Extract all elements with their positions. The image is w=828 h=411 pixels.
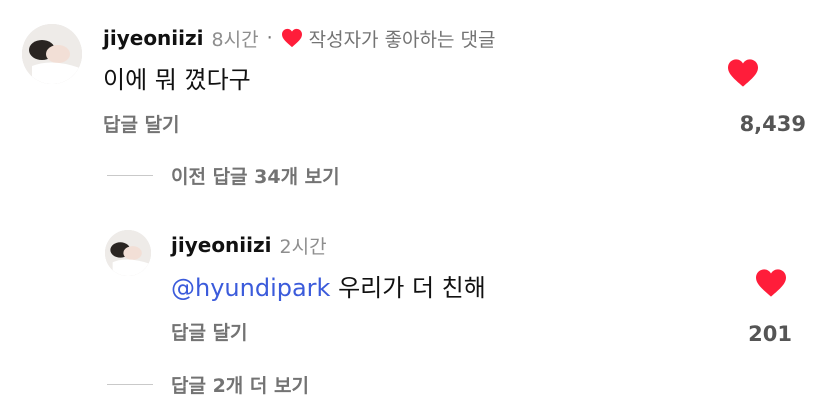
comment-header: jiyeoniizi 2시간 (171, 231, 327, 259)
username[interactable]: jiyeoniizi (103, 26, 204, 50)
comment-text: @hyundipark 우리가 더 친해 (171, 268, 486, 303)
avatar[interactable] (105, 230, 151, 276)
reply-button[interactable]: 답글 달기 (103, 110, 180, 137)
username[interactable]: jiyeoniizi (171, 233, 272, 257)
comment-header: jiyeoniizi 8시간 · 작성자가 좋아하는 댓글 (103, 24, 496, 52)
heart-icon (754, 269, 788, 302)
avatar[interactable] (22, 24, 82, 84)
like-button[interactable] (726, 58, 762, 90)
divider (107, 175, 153, 176)
like-button[interactable] (754, 268, 790, 300)
like-count: 201 (748, 322, 792, 346)
divider (107, 384, 153, 385)
liked-by-author-label: 작성자가 좋아하는 댓글 (308, 28, 496, 51)
comment-text: 이에 뭐 꼈다구 (103, 66, 251, 94)
timestamp: 2시간 (279, 235, 327, 258)
timestamp: 8시간 (211, 28, 259, 51)
heart-icon (726, 59, 760, 92)
view-previous-replies[interactable]: 이전 답글 34개 보기 (171, 162, 340, 189)
heart-icon (281, 28, 303, 48)
view-more-replies[interactable]: 답글 2개 더 보기 (171, 371, 309, 398)
separator: · (266, 27, 273, 49)
comment-text-body: 우리가 더 친해 (330, 274, 486, 302)
reply-button[interactable]: 답글 달기 (171, 318, 248, 345)
like-count: 8,439 (739, 112, 806, 136)
mention-link[interactable]: @hyundipark (171, 274, 330, 302)
